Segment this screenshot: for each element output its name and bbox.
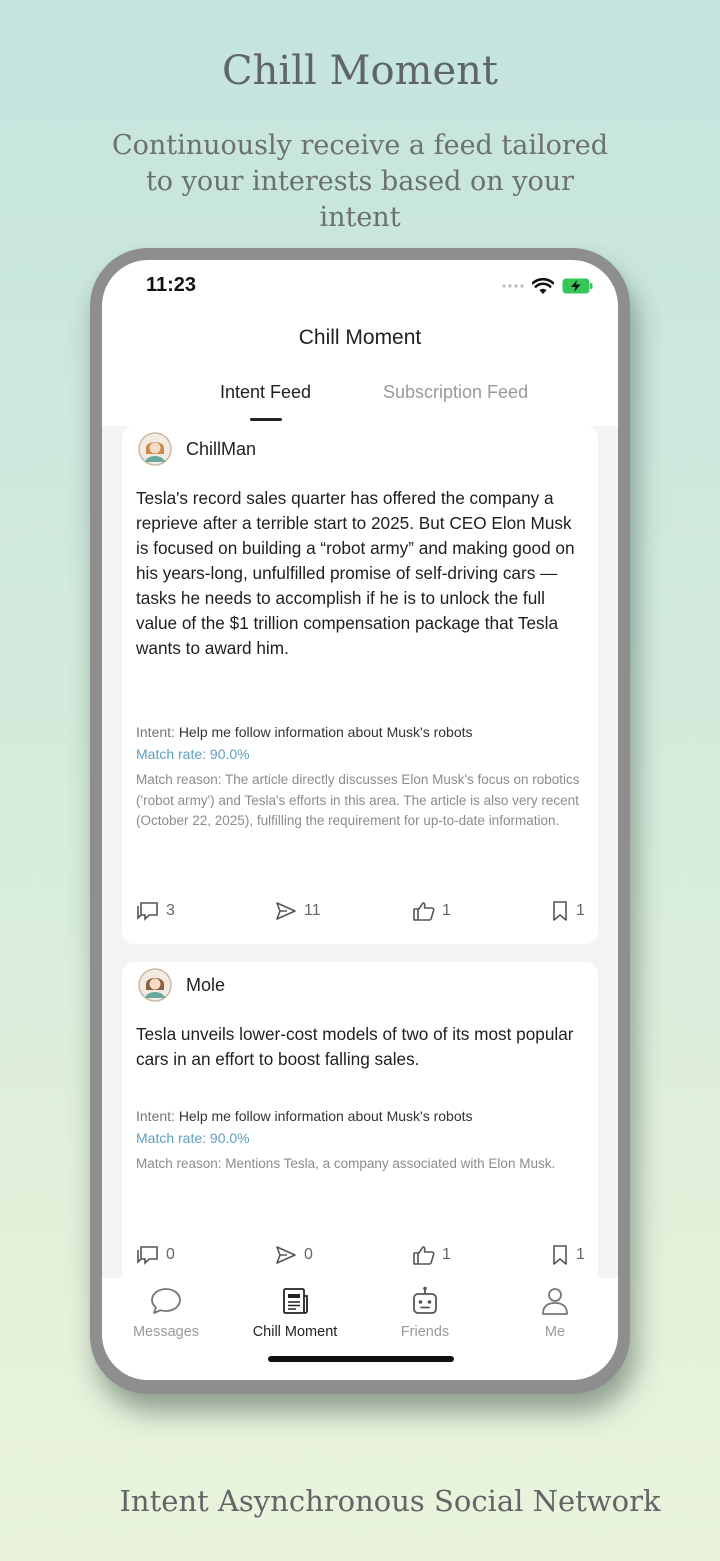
share-button[interactable]: 0 [274,1244,313,1266]
robot-icon [413,1286,437,1314]
comment-button[interactable]: 0 [136,1244,175,1266]
like-button[interactable]: 1 [412,1244,451,1266]
intent-label: Intent: [136,724,175,740]
nav-friends[interactable]: Friends [360,1286,490,1340]
bookmark-icon [553,901,567,921]
like-count: 1 [442,1246,451,1263]
match-rate: Match rate: 90.0% [136,746,250,762]
thumbs-up-icon [413,1246,435,1265]
chat-bubble-icon [151,1288,181,1314]
post-header: Mole [138,968,225,1002]
comment-icon [137,1246,158,1265]
hero-subtitle: Continuously receive a feed tailored to … [111,130,609,233]
bookmark-button[interactable]: 1 [550,1244,585,1266]
nav-label: Chill Moment [252,1324,338,1340]
intent-text: Help me follow information about Musk's … [178,724,473,740]
nav-label: Me [544,1324,566,1340]
post-card[interactable]: ChillMan Tesla's record sales quarter ha… [122,426,598,944]
post-intent: Intent: Help me follow information about… [136,724,586,740]
footer-tagline: Intent Asynchronous Social Network [119,1484,661,1518]
post-header: ChillMan [138,432,256,466]
post-username[interactable]: ChillMan [186,439,256,460]
like-button[interactable]: 1 [412,900,451,922]
nav-me[interactable]: Me [490,1286,618,1340]
share-count: 11 [304,902,321,919]
hero-title: Chill Moment [222,48,498,94]
comment-button[interactable]: 3 [136,900,175,922]
home-indicator[interactable] [268,1356,454,1362]
match-reason: Match reason: The article directly discu… [136,772,580,828]
intent-text: Help me follow information about Musk's … [178,1108,473,1124]
post-intent: Intent: Help me follow information about… [136,1108,586,1124]
status-bar: 11:23 [102,260,618,320]
bookmark-button[interactable]: 1 [550,900,585,922]
nav-label: Messages [132,1324,200,1340]
post-username[interactable]: Mole [186,975,225,996]
tab-subscription-feed[interactable]: Subscription Feed [383,382,528,403]
wifi-icon [532,277,554,294]
app-title: Chill Moment [298,326,422,349]
feed-list[interactable]: ChillMan Tesla's record sales quarter ha… [102,426,618,1278]
post-body: Tesla's record sales quarter has offered… [136,488,575,658]
phone-frame: 11:23 Chill Moment Intent Feed Subscript… [90,248,630,1394]
like-count: 1 [442,902,451,919]
status-icons [502,276,594,296]
post-actions: 0 0 1 1 [122,1244,598,1270]
nav-messages[interactable]: Messages [102,1286,231,1340]
bookmark-count: 1 [576,1246,585,1263]
active-tab-indicator [250,418,282,421]
newspaper-icon [283,1288,308,1314]
match-rate: Match rate: 90.0% [136,1130,250,1146]
comment-icon [137,902,158,921]
phone-screen: 11:23 Chill Moment Intent Feed Subscript… [102,260,618,1380]
intent-label: Intent: [136,1108,175,1124]
feed-tabs: Intent Feed Subscription Feed [102,382,618,428]
nav-chill-moment[interactable]: Chill Moment [230,1286,360,1340]
status-time: 11:23 [146,274,197,296]
comment-count: 0 [166,1246,175,1263]
nav-label: Friends [400,1324,450,1340]
avatar[interactable] [138,968,172,1002]
bookmark-count: 1 [576,902,585,919]
battery-charging-icon [562,278,593,294]
person-icon [542,1288,568,1315]
post-card[interactable]: Mole Tesla unveils lower-cost models of … [122,962,598,1278]
post-body: Tesla unveils lower-cost models of two o… [136,1024,574,1069]
signal-dots-icon [502,284,524,288]
post-actions: 3 11 1 1 [122,900,598,926]
avatar[interactable] [138,432,172,466]
tab-intent-feed[interactable]: Intent Feed [220,382,311,403]
share-count: 0 [304,1246,313,1263]
thumbs-up-icon [413,902,435,921]
comment-count: 3 [166,902,175,919]
share-icon [276,902,296,920]
match-reason: Match reason: Mentions Tesla, a company … [136,1156,556,1171]
bookmark-icon [553,1245,567,1265]
share-icon [276,1246,296,1264]
bottom-nav: Messages Chill Moment Friends Me [102,1278,618,1380]
share-button[interactable]: 11 [274,900,321,922]
